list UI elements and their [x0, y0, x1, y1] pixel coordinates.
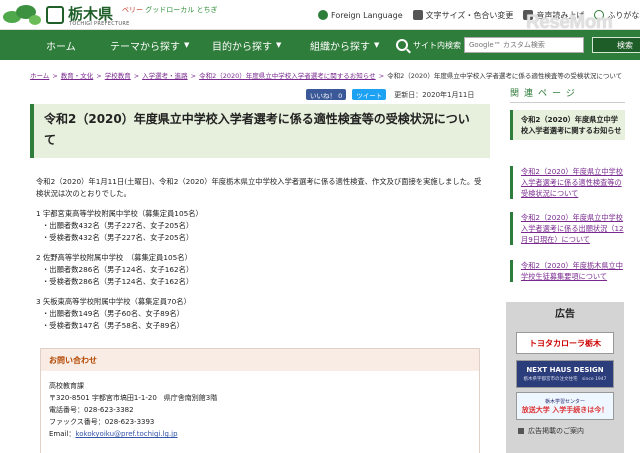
breadcrumb-notice[interactable]: 令和2（2020）年度県立中学校入学者選考に関するお知らせ [199, 72, 376, 80]
site-logo-sub: TOCHIGI PREFECTURE [69, 21, 130, 27]
search-icon [396, 39, 408, 51]
breadcrumb-current: 令和2（2020）年度県立中学校入学者選考に係る適性検査等の受検状況について [387, 72, 623, 80]
text-size-label: 文字サイズ・色合い変更 [425, 10, 514, 20]
ad-banner-label: トヨタカローラ栃木 [529, 338, 601, 348]
school-entry: 3 矢板東高等学校附属中学校（募集定員70名） ・出願者数149名（男子60名、… [36, 296, 486, 332]
tweet-button[interactable]: ツイート [352, 89, 387, 100]
breadcrumb-separator: > [52, 72, 58, 80]
main-nav: ホーム テーマから探す ▼ 目的から探す ▼ 組織から探す ▼ サイト内検索 検… [0, 30, 640, 60]
ad-heading: 広告 [555, 308, 575, 320]
nav-theme-label: テーマから探す [110, 41, 180, 53]
school-examinees: ・受検者数147名（男子58名、女子89名） [42, 321, 184, 330]
inquiry-heading: お問い合わせ [41, 349, 479, 371]
globe-icon [318, 10, 328, 20]
tagline-green: グッドローカル とちぎ [145, 6, 218, 14]
updated-date: 更新日：2020年1月11日 [394, 90, 475, 99]
text-size-link[interactable]: 文字サイズ・色合い変更 [412, 10, 514, 21]
site-search: サイト内検索 検索 [396, 36, 640, 54]
related-page-link[interactable]: 令和2（2020）年度県立中学校入学者選考に係る適性検査等の受検状況について [510, 166, 625, 199]
prefecture-emblem-icon [46, 6, 64, 24]
nav-purpose-label: 目的から探す [212, 41, 272, 53]
article-body: 令和2（2020）年1月11日(土曜日)、令和2（2020）年度栃木県立中学校入… [36, 176, 486, 340]
article-intro: 令和2（2020）年1月11日(土曜日)、令和2（2020）年度栃木県立中学校入… [36, 177, 482, 198]
breadcrumb-separator: > [133, 72, 140, 80]
nav-home[interactable]: ホーム [46, 30, 76, 60]
school-examinees: ・受検者数432名（男子227名、女子205名） [42, 233, 194, 242]
foreign-language-link[interactable]: Foreign Language [318, 10, 403, 20]
breadcrumb-separator: > [96, 72, 102, 80]
school-examinees: ・受検者数286名（男子124名、女子162名） [42, 277, 194, 286]
inquiry-department: 高校教育課 [49, 382, 84, 390]
ad-banner-label: NEXT HAUS DESIGN [526, 366, 604, 374]
related-page-link[interactable]: 令和2（2020）年度県立中学校入学者選考に係る出願状況（12月9日現在）につい… [510, 212, 625, 245]
breadcrumb: ホーム > 教育・文化 > 学校教育 > 入学選考・進路 > 令和2（2020）年度県立中学校入… [30, 70, 622, 80]
inquiry-address: 〒320-8501 宇都宮市塙田1-1-20 県庁舎南別館3階 [49, 394, 218, 402]
facebook-like-button[interactable]: いいね！ 0 [306, 89, 347, 100]
search-label: サイト内検索 [413, 40, 461, 50]
ad-info-link[interactable]: 広告掲載のご案内 [518, 426, 584, 436]
leaf-logo-icon [3, 5, 41, 25]
school-name: 3 矢板東高等学校附属中学校（募集定員70名） [36, 297, 191, 306]
school-applicants: ・出願者数149名（男子60名、女子89名） [42, 309, 184, 318]
top-bar: 栃木県 TOCHIGI PREFECTURE ベリー グッドローカル とちぎ F… [0, 0, 640, 33]
ad-info-label: 広告掲載のご案内 [528, 427, 584, 435]
tagline-red: ベリー [122, 6, 143, 14]
inquiry-fax: ファックス番号：028-623-3393 [49, 418, 155, 426]
search-button[interactable]: 検索 [592, 37, 640, 53]
school-name: 1 宇都宮東高等学校附属中学校（募集定員105名） [36, 209, 203, 218]
school-entry: 2 佐野高等学校附属中学校 （募集定員105名） ・出願者数286名（男子124… [36, 252, 486, 288]
ad-banner-label: 放送大学 入学手続きは今！ [521, 405, 609, 414]
chevron-down-icon: ▼ [184, 41, 190, 49]
breadcrumb-separator: > [190, 72, 197, 80]
ad-banner-nexthaus[interactable]: NEXT HAUS DESIGN 栃木県宇都宮市の注文住宅 since 1947 [516, 360, 614, 388]
breadcrumb-admission[interactable]: 入学選考・進路 [142, 72, 188, 80]
breadcrumb-home[interactable]: ホーム [30, 72, 49, 80]
nav-home-label: ホーム [46, 41, 76, 53]
nav-theme[interactable]: テーマから探す ▼ [110, 30, 189, 60]
inquiry-email-link[interactable]: kokokyoiku@pref.tochigi.lg.jp [75, 430, 177, 438]
search-input[interactable] [464, 37, 584, 53]
related-pages-heading: 関連ページ [510, 86, 625, 103]
inquiry-email-label: Email： [49, 430, 76, 438]
foreign-language-label: Foreign Language [331, 10, 403, 20]
ad-banner-sub: 栃木学習センター [544, 398, 585, 405]
breadcrumb-education[interactable]: 教育・文化 [61, 72, 94, 80]
square-bullet-icon [518, 428, 524, 434]
nav-organization-label: 組織から探す [310, 41, 370, 53]
page-title: 令和2（2020）年度県立中学校入学者選考に係る適性検査等の受検状況について [44, 112, 470, 147]
chevron-down-icon: ▼ [374, 41, 380, 49]
inquiry-box: お問い合わせ 高校教育課 〒320-8501 宇都宮市塙田1-1-20 県庁舎南… [40, 348, 480, 453]
school-entry: 1 宇都宮東高等学校附属中学校（募集定員105名） ・出願者数432名（男子22… [36, 208, 486, 244]
site-tagline: ベリー グッドローカル とちぎ [122, 5, 217, 15]
page-title-box: 令和2（2020）年度県立中学校入学者選考に係る適性検査等の受検状況について [30, 104, 490, 158]
school-applicants: ・出願者数432名（男子227名、女子205名） [42, 221, 194, 230]
breadcrumb-school[interactable]: 学校教育 [105, 72, 131, 80]
related-page-link[interactable]: 令和2（2020）年度栃木県立中学校生徒募集要項について [510, 260, 625, 282]
ad-banner-open-university[interactable]: 栃木学習センター 放送大学 入学手続きは今！ [516, 392, 614, 420]
nav-organization[interactable]: 組織から探す ▼ [310, 30, 379, 60]
ad-box: 広告 トヨタカローラ栃木 NEXT HAUS DESIGN 栃木県宇都宮市の注文… [506, 302, 624, 453]
nav-purpose[interactable]: 目的から探す ▼ [212, 30, 281, 60]
furigana-label: ふりがな表示 [607, 10, 640, 20]
school-applicants: ・出願者数286名（男子124名、女子162名） [42, 265, 194, 274]
school-name: 2 佐野高等学校附属中学校 （募集定員105名） [36, 253, 192, 262]
ad-banner-sub: 栃木県宇都宮市の注文住宅 since 1947 [523, 377, 607, 382]
ad-banner-toyota[interactable]: トヨタカローラ栃木 [516, 332, 614, 354]
chevron-down-icon: ▼ [276, 41, 282, 49]
inquiry-body: 高校教育課 〒320-8501 宇都宮市塙田1-1-20 県庁舎南別館3階 電話… [41, 371, 479, 449]
text-size-icon [412, 10, 423, 20]
share-row: いいね！ 0 ツイート 更新日：2020年1月11日 [306, 89, 474, 100]
related-page-current[interactable]: 令和2（2020）年度県立中学校入学者選考に関するお知らせ [510, 110, 625, 140]
inquiry-phone: 電話番号：028-623-3382 [49, 406, 134, 414]
breadcrumb-separator: > [378, 72, 385, 80]
inquiry-email-row: Email：kokokyoiku@pref.tochigi.lg.jp [49, 428, 471, 440]
